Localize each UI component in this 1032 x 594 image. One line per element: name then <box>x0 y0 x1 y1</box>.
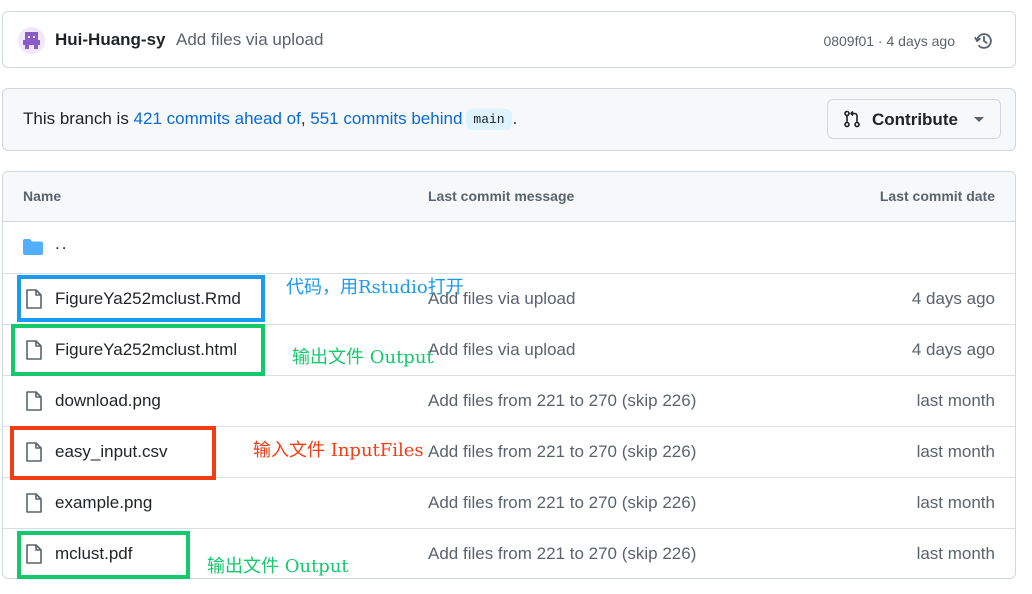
base-branch-tag[interactable]: main <box>466 109 512 130</box>
branch-status-text: This branch is 421 commits ahead of, 551… <box>23 109 517 131</box>
file-name-link[interactable]: download.png <box>55 391 161 411</box>
file-commit-date: last month <box>916 493 995 512</box>
column-header-date: Last commit date <box>879 188 995 204</box>
annotation-box-output-pdf <box>17 531 190 579</box>
file-commit-date: 4 days ago <box>911 289 995 308</box>
annotation-label-code: 代码，用Rstudio打开 <box>286 277 464 298</box>
latest-commit-bar: Hui-Huang-sy Add files via upload 0809f0… <box>2 11 1016 68</box>
git-pull-request-icon <box>844 110 860 128</box>
file-commit-message[interactable]: Add files from 221 to 270 (skip 226) <box>428 442 696 462</box>
file-commit-message[interactable]: Add files via upload <box>428 340 575 360</box>
author-avatar[interactable] <box>18 27 45 54</box>
commit-message-link[interactable]: Add files via upload <box>176 30 323 50</box>
annotation-label-output: 输出文件 Output <box>292 347 434 368</box>
branch-status-prefix: This branch is <box>23 109 134 128</box>
file-icon <box>26 493 42 513</box>
parent-directory-row[interactable]: .. <box>3 222 1015 273</box>
contribute-button[interactable]: Contribute <box>827 99 1001 139</box>
folder-icon <box>23 239 43 255</box>
commits-ahead-link[interactable]: 421 commits ahead of <box>134 109 301 128</box>
parent-directory-link[interactable]: .. <box>55 234 68 254</box>
commit-meta: 0809f01 · 4 days ago <box>823 33 955 49</box>
branch-status-bar: This branch is 421 commits ahead of, 551… <box>2 88 1016 151</box>
table-header: Name Last commit message Last commit dat… <box>3 172 1015 222</box>
file-commit-date: last month <box>916 442 995 461</box>
file-commit-date: last month <box>916 391 995 410</box>
table-row[interactable]: download.png Add files from 221 to 270 (… <box>3 375 1015 426</box>
annotation-box-code <box>17 275 265 322</box>
annotation-box-input <box>10 426 216 480</box>
commit-sha[interactable]: 0809f01 <box>823 33 874 49</box>
annotation-box-output <box>11 324 265 376</box>
file-name-link[interactable]: example.png <box>55 493 152 513</box>
commit-time: 4 days ago <box>886 33 956 49</box>
file-icon <box>26 391 42 411</box>
table-row[interactable]: example.png Add files from 221 to 270 (s… <box>3 477 1015 528</box>
column-header-message: Last commit message <box>428 188 575 204</box>
contribute-label: Contribute <box>872 110 958 129</box>
file-commit-date: 4 days ago <box>911 340 995 359</box>
commits-behind-link[interactable]: 551 commits behind <box>310 109 462 128</box>
chevron-down-icon <box>974 117 984 122</box>
annotation-label-input: 输入文件 InputFiles <box>253 440 424 461</box>
commit-author-link[interactable]: Hui-Huang-sy <box>55 30 166 50</box>
file-commit-message[interactable]: Add files from 221 to 270 (skip 226) <box>428 493 696 513</box>
file-commit-message[interactable]: Add files from 221 to 270 (skip 226) <box>428 544 696 564</box>
branch-status-suffix: . <box>512 109 518 128</box>
file-commit-date: last month <box>916 544 995 563</box>
branch-status-sep: , <box>300 109 311 128</box>
file-commit-message[interactable]: Add files from 221 to 270 (skip 226) <box>428 391 696 411</box>
column-header-name: Name <box>23 188 62 204</box>
annotation-label-output-pdf: 输出文件 Output <box>207 556 349 577</box>
history-icon[interactable] <box>973 30 995 52</box>
